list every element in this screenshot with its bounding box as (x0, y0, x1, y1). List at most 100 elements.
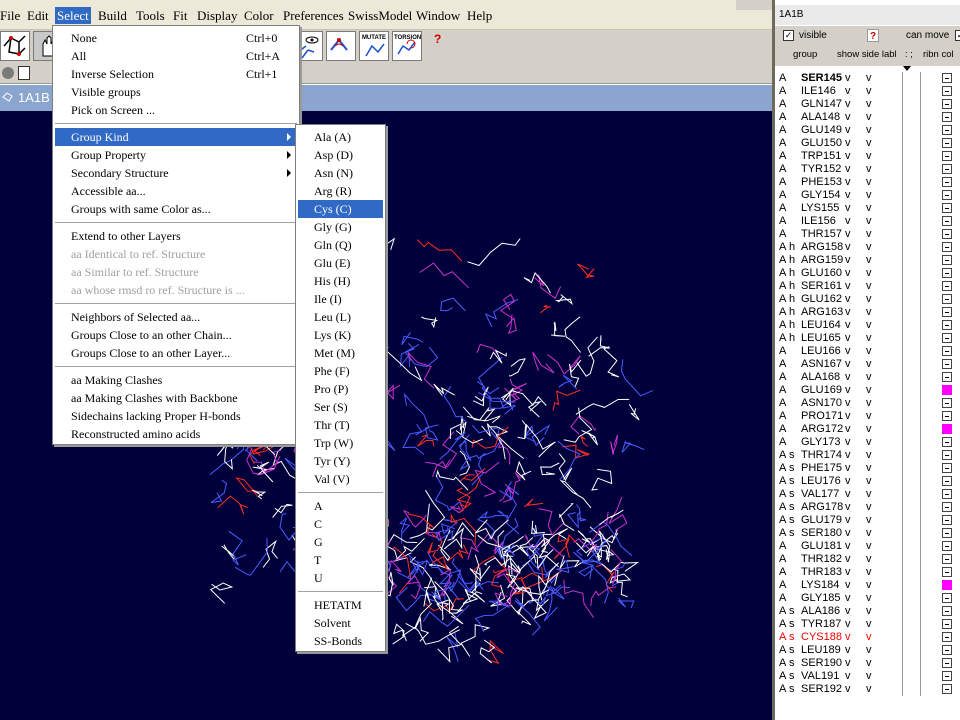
menu-file[interactable]: File (0, 7, 22, 24)
group-kind-item[interactable]: C (298, 515, 383, 533)
window-controls[interactable] (736, 0, 772, 10)
group-kind-item[interactable]: Leu (L) (298, 308, 383, 326)
menu-color[interactable]: Color (242, 7, 276, 24)
residue-color-box[interactable] (942, 372, 952, 382)
residue-color-box[interactable] (942, 320, 952, 330)
document-icon[interactable] (18, 66, 30, 80)
group-kind-item[interactable]: Met (M) (298, 344, 383, 362)
group-kind-item[interactable]: U (298, 569, 383, 587)
select-menu-item[interactable]: Reconstructed amino acids (55, 425, 297, 443)
group-kind-item[interactable]: G (298, 533, 383, 551)
residue-row[interactable]: As SER192 v v (775, 683, 960, 696)
residue-row[interactable]: As PHE175 v v (775, 462, 960, 475)
residue-row[interactable]: A ALA168 v v (775, 371, 960, 384)
visible-checkbox[interactable]: ✓ (783, 30, 794, 41)
residue-color-box[interactable] (942, 411, 952, 421)
residue-color-box[interactable] (942, 437, 952, 447)
residue-color-box[interactable] (942, 216, 952, 226)
scroll-arrow-icon[interactable] (903, 66, 911, 71)
residue-row[interactable]: A GLY173 v v (775, 436, 960, 449)
residue-row[interactable]: Ah LEU165 v v (775, 332, 960, 345)
residue-row[interactable]: Ah ARG159 v v (775, 254, 960, 267)
residue-color-box[interactable] (942, 502, 952, 512)
group-kind-item[interactable]: Phe (F) (298, 362, 383, 380)
residue-color-box[interactable] (942, 294, 952, 304)
group-kind-item[interactable]: Solvent (298, 614, 383, 632)
select-menu-item[interactable]: Group Kind (55, 128, 297, 146)
residue-row[interactable]: A ASN170 v v (775, 397, 960, 410)
residue-color-box[interactable] (942, 632, 952, 642)
residue-row[interactable]: A THR182 v v (775, 553, 960, 566)
residue-color-box[interactable] (942, 528, 952, 538)
residue-row[interactable]: A SER145 v v (775, 72, 960, 85)
residue-row[interactable]: A TYR152 v v (775, 163, 960, 176)
residue-row[interactable]: A PRO171 v v (775, 410, 960, 423)
residue-color-box[interactable] (942, 476, 952, 486)
group-kind-item[interactable]: Arg (R) (298, 182, 383, 200)
residue-row[interactable]: As LEU189 v v (775, 644, 960, 657)
residue-row[interactable]: A THR157 v v (775, 228, 960, 241)
menu-swissmodel[interactable]: SwissModel (346, 7, 414, 24)
residue-row[interactable]: Ah ARG158 v v (775, 241, 960, 254)
bond-tool-button[interactable] (0, 31, 30, 61)
group-kind-item[interactable]: Gly (G) (298, 218, 383, 236)
residue-row[interactable]: As ARG178 v v (775, 501, 960, 514)
header-show-side-label[interactable]: show side labl (837, 49, 897, 60)
group-kind-item[interactable]: Ile (I) (298, 290, 383, 308)
residue-color-box[interactable] (942, 307, 952, 317)
group-kind-item[interactable]: Pro (P) (298, 380, 383, 398)
residue-row[interactable]: A GLN147 v v (775, 98, 960, 111)
residue-row[interactable]: A ILE146 v v (775, 85, 960, 98)
residue-row[interactable]: A THR183 v v (775, 566, 960, 579)
residue-row[interactable]: As VAL191 v v (775, 670, 960, 683)
torsion-tool-button[interactable]: TORSION (392, 31, 422, 61)
select-menu-item[interactable]: All Ctrl+A (55, 47, 297, 65)
group-kind-item[interactable]: Cys (C) (298, 200, 383, 218)
residue-color-box[interactable] (942, 242, 952, 252)
residue-color-box[interactable] (942, 645, 952, 655)
residue-color-box[interactable] (942, 99, 952, 109)
residue-color-box[interactable] (942, 671, 952, 681)
residue-color-box[interactable] (942, 333, 952, 343)
select-menu-item[interactable]: Extend to other Layers (55, 227, 297, 245)
residue-row[interactable]: As GLU179 v v (775, 514, 960, 527)
residue-row[interactable]: A GLU181 v v (775, 540, 960, 553)
menu-fit[interactable]: Fit (171, 7, 189, 24)
residue-color-box[interactable] (942, 684, 952, 694)
residue-row[interactable]: As LEU176 v v (775, 475, 960, 488)
select-menu-item[interactable]: aa Making Clashes (55, 371, 297, 389)
residue-color-box[interactable] (942, 190, 952, 200)
residue-color-box[interactable] (942, 515, 952, 525)
residue-row[interactable]: A GLY154 v v (775, 189, 960, 202)
group-kind-item[interactable]: T (298, 551, 383, 569)
measure-tool-button[interactable] (326, 31, 356, 61)
group-kind-item[interactable]: Thr (T) (298, 416, 383, 434)
header-group[interactable]: group (793, 49, 817, 60)
group-kind-item[interactable]: Lys (K) (298, 326, 383, 344)
residue-row[interactable]: As THR174 v v (775, 449, 960, 462)
group-kind-item[interactable]: HETATM (298, 596, 383, 614)
residue-color-box[interactable] (942, 606, 952, 616)
residue-row[interactable]: As CYS188 v v (775, 631, 960, 644)
residue-color-box[interactable] (942, 268, 952, 278)
residue-row[interactable]: A ALA148 v v (775, 111, 960, 124)
residue-row[interactable]: As TYR187 v v (775, 618, 960, 631)
residue-color-box[interactable] (942, 450, 952, 460)
header-ribn-col[interactable]: ribn col (923, 49, 954, 60)
select-menu-item[interactable]: Neighbors of Selected aa... (55, 308, 297, 326)
menu-help[interactable]: Help (465, 7, 494, 24)
residue-row[interactable]: A LEU166 v v (775, 345, 960, 358)
residue-color-box[interactable] (942, 281, 952, 291)
select-menu-item[interactable]: Group Property (55, 146, 297, 164)
select-menu-item[interactable]: Inverse Selection Ctrl+1 (55, 65, 297, 83)
select-menu-item[interactable]: Visible groups (55, 83, 297, 101)
residue-row[interactable]: Ah GLU160 v v (775, 267, 960, 280)
residue-color-box[interactable] (942, 359, 952, 369)
residue-color-box[interactable] (942, 385, 952, 395)
help-icon[interactable]: ? (434, 32, 446, 46)
residue-color-box[interactable] (942, 138, 952, 148)
header-col3[interactable]: : ; (905, 49, 913, 60)
residue-row[interactable]: A GLU149 v v (775, 124, 960, 137)
residue-color-box[interactable] (942, 567, 952, 577)
menu-display[interactable]: Display (195, 7, 239, 24)
